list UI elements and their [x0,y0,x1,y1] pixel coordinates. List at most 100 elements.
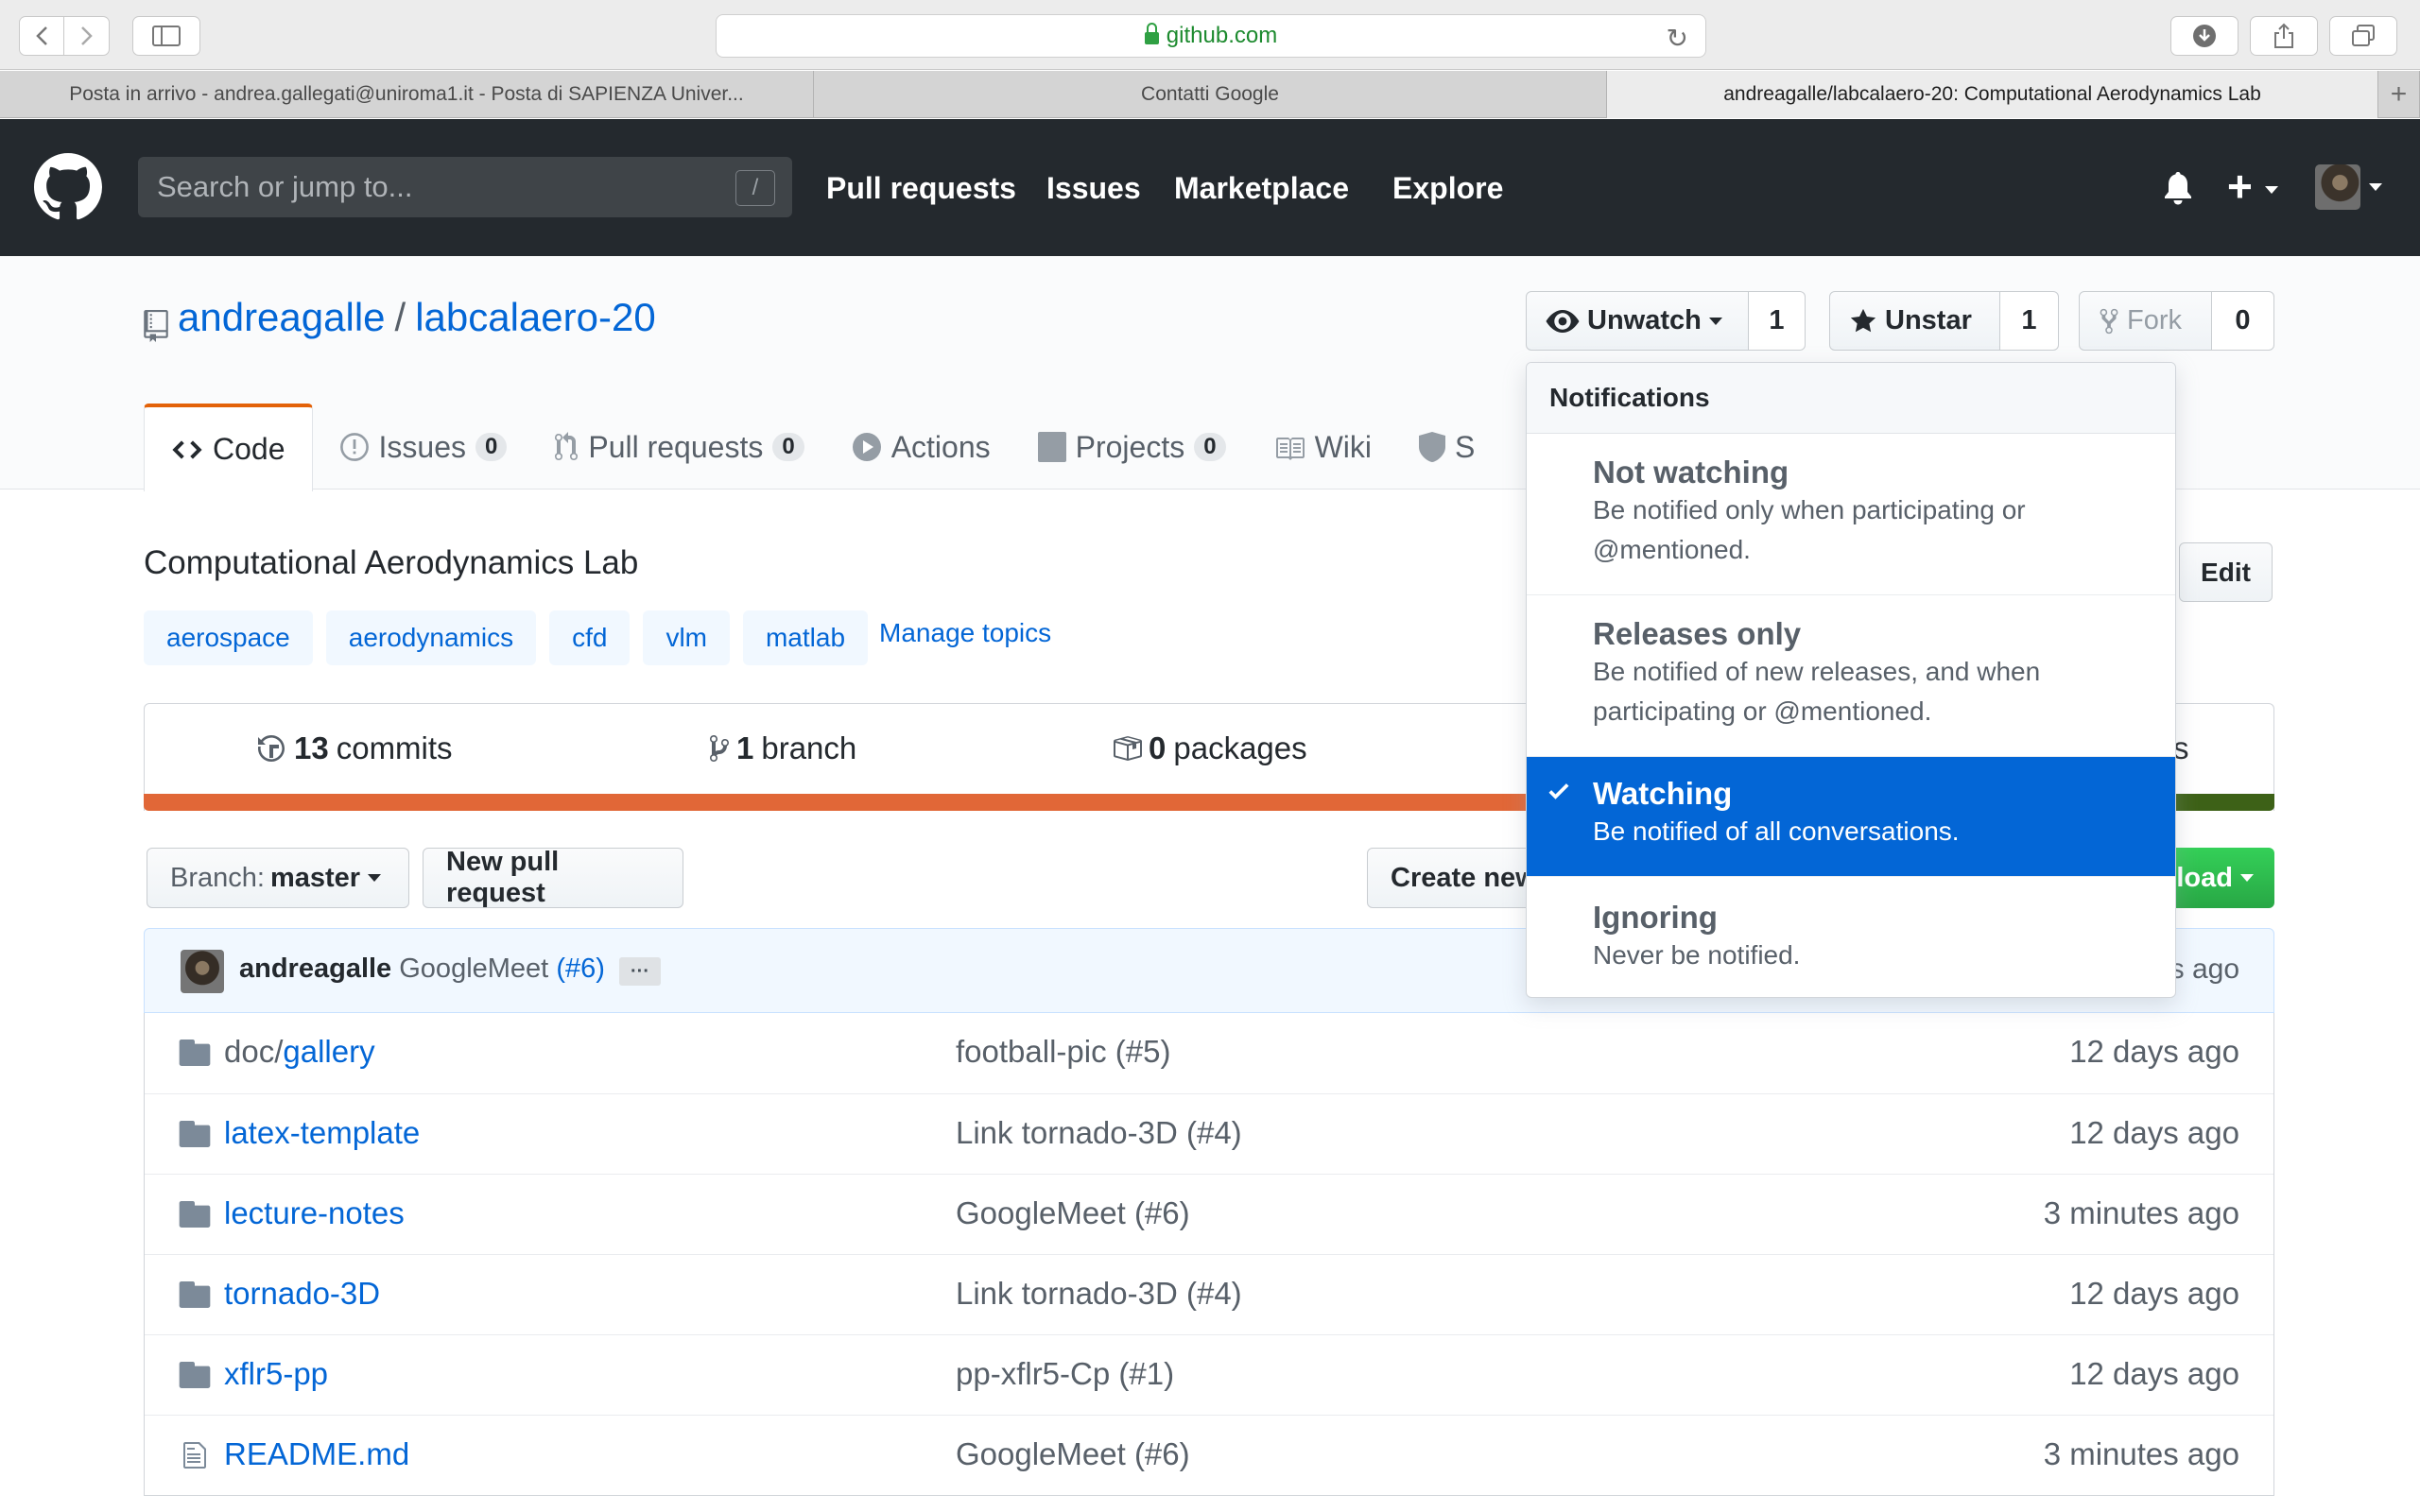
notification-option-ignoring[interactable]: Ignoring Never be notified. [1527,877,2175,997]
option-description: Be notified only when participating or @… [1593,490,2175,570]
file-name-link[interactable]: doc/gallery [224,1034,375,1070]
address-bar[interactable]: github.com ↻ [716,14,1706,58]
commit-message[interactable]: GoogleMeet [399,954,548,984]
nav-pull-requests[interactable]: Pull requests [826,171,1016,206]
unstar-button[interactable]: Unstar [1829,291,2000,351]
stargazers-count[interactable]: 1 [2000,291,2059,351]
file-commit-message[interactable]: GoogleMeet (#6) [956,1436,1190,1472]
file-age: 12 days ago [2069,1356,2239,1391]
file-commit-message[interactable]: pp-xflr5-Cp (#1) [956,1356,1174,1392]
notification-option-not-watching[interactable]: Not watching Be notified only when parti… [1527,434,2175,595]
file-name-link[interactable]: lecture-notes [224,1195,405,1231]
notification-option-watching[interactable]: Watching Be notified of all conversation… [1527,757,2175,877]
fork-button[interactable]: Fork [2079,291,2212,351]
downloads-button[interactable] [2170,16,2238,56]
option-description-line: @mentioned. [1593,535,1751,564]
caret-down-icon[interactable] [2369,183,2382,191]
user-avatar[interactable] [2315,164,2360,210]
lock-icon [1144,22,1159,44]
create-new-file-button[interactable]: Create new [1367,848,1537,908]
branch-stat[interactable]: 1 branch [708,730,856,766]
forward-button[interactable] [64,16,110,56]
browser-tab-active[interactable]: andreagalle/labcalaero-20: Computational… [1607,71,2378,118]
file-name-link[interactable]: latex-template [224,1115,420,1151]
file-row: README.md GoogleMeet (#6) 3 minutes ago [145,1415,2273,1495]
forks-count[interactable]: 0 [2212,291,2274,351]
commits-stat[interactable]: 13 commits [258,730,453,766]
topic-tag[interactable]: aerospace [144,610,313,665]
sidebar-toggle-button[interactable] [132,16,200,56]
project-icon [1037,432,1066,462]
folder-icon [179,1040,211,1066]
projects-counter: 0 [1194,433,1226,461]
watchers-count[interactable]: 1 [1749,291,1806,351]
edit-description-button[interactable]: Edit [2179,542,2273,602]
option-title: Releases only [1593,616,1802,651]
caret-down-icon [368,874,382,882]
file-commit-message[interactable]: Link tornado-3D (#4) [956,1115,1242,1151]
back-button[interactable] [19,16,64,56]
tab-actions[interactable]: Actions [825,404,1011,490]
repo-name-link[interactable]: labcalaero-20 [415,295,656,339]
commits-label: commits [336,730,453,765]
tab-pulls-label: Pull requests [588,429,764,464]
tab-code[interactable]: Code [144,404,313,491]
new-tab-button[interactable]: + [2378,71,2420,118]
topic-list: aerospace aerodynamics cfd vlm matlab Ma… [144,610,1051,665]
nav-marketplace[interactable]: Marketplace [1174,171,1349,206]
topic-tag[interactable]: matlab [742,610,869,665]
commit-expand-button[interactable]: ··· [619,957,661,986]
manage-topics-link[interactable]: Manage topics [879,618,1051,648]
package-icon [1114,736,1142,761]
file-row: xflr5-pp pp-xflr5-Cp (#1) 12 days ago [145,1334,2273,1415]
tab-pull-requests[interactable]: Pull requests 0 [527,404,824,490]
browser-tabbar: Posta in arrivo - andrea.gallegati@uniro… [0,71,2420,118]
tab-security[interactable]: S [1392,404,1475,490]
commit-author-avatar[interactable] [181,950,224,993]
repo-owner-link[interactable]: andreagalle [178,295,386,339]
share-icon [2274,23,2293,48]
commit-author[interactable]: andreagalle [239,954,391,984]
tab-wiki[interactable]: Wiki [1247,404,1392,490]
tabs-overview-button[interactable] [2329,16,2397,56]
topic-tag[interactable]: cfd [549,610,631,665]
commit-pr-link[interactable]: (#6) [556,954,605,984]
notification-option-releases-only[interactable]: Releases only Be notified of new release… [1527,595,2175,757]
file-name-link[interactable]: xflr5-pp [224,1356,328,1392]
nav-issues[interactable]: Issues [1046,171,1141,206]
file-name-link[interactable]: README.md [224,1436,409,1472]
file-commit-message[interactable]: GoogleMeet (#6) [956,1195,1190,1231]
tab-issues[interactable]: Issues 0 [313,404,528,490]
branch-select[interactable]: Branch: master [147,848,409,908]
packages-stat[interactable]: 0 packages [1111,730,1307,766]
unwatch-button[interactable]: Unwatch [1526,291,1749,351]
folder-icon [179,1362,211,1388]
bell-icon[interactable] [2163,170,2193,206]
search-input[interactable]: Search or jump to... / [138,157,792,217]
share-button[interactable] [2250,16,2318,56]
option-description-line: Be notified only when participating or [1593,495,2026,524]
file-name-link[interactable]: tornado-3D [224,1276,380,1312]
browser-tab[interactable]: Contatti Google [814,71,1607,118]
file-commit-message[interactable]: football-pic (#5) [956,1034,1170,1070]
issue-icon [339,432,370,462]
file-commit-message[interactable]: Link tornado-3D (#4) [956,1276,1242,1312]
option-description: Be notified of new releases, and when pa… [1593,652,2175,731]
create-new-menu[interactable]: + [2227,161,2278,212]
url-text: github.com [1166,23,1278,48]
topic-tag[interactable]: aerodynamics [325,610,537,665]
topic-tag[interactable]: vlm [643,610,730,665]
nav-explore[interactable]: Explore [1392,171,1503,206]
tab-projects[interactable]: Projects 0 [1011,404,1247,490]
reload-icon[interactable]: ↻ [1667,23,1688,54]
play-icon [852,432,882,462]
file-age: 3 minutes ago [2043,1195,2239,1230]
new-pull-request-button[interactable]: New pull request [423,847,683,908]
browser-tab-label: Posta in arrivo - andrea.gallegati@uniro… [69,83,744,105]
packages-count: 0 [1149,730,1167,765]
browser-tab[interactable]: Posta in arrivo - andrea.gallegati@uniro… [0,71,814,118]
file-text-icon [183,1442,206,1469]
star-icon [1850,308,1876,332]
github-logo-icon[interactable] [34,153,102,221]
tab-actions-label: Actions [890,429,991,464]
